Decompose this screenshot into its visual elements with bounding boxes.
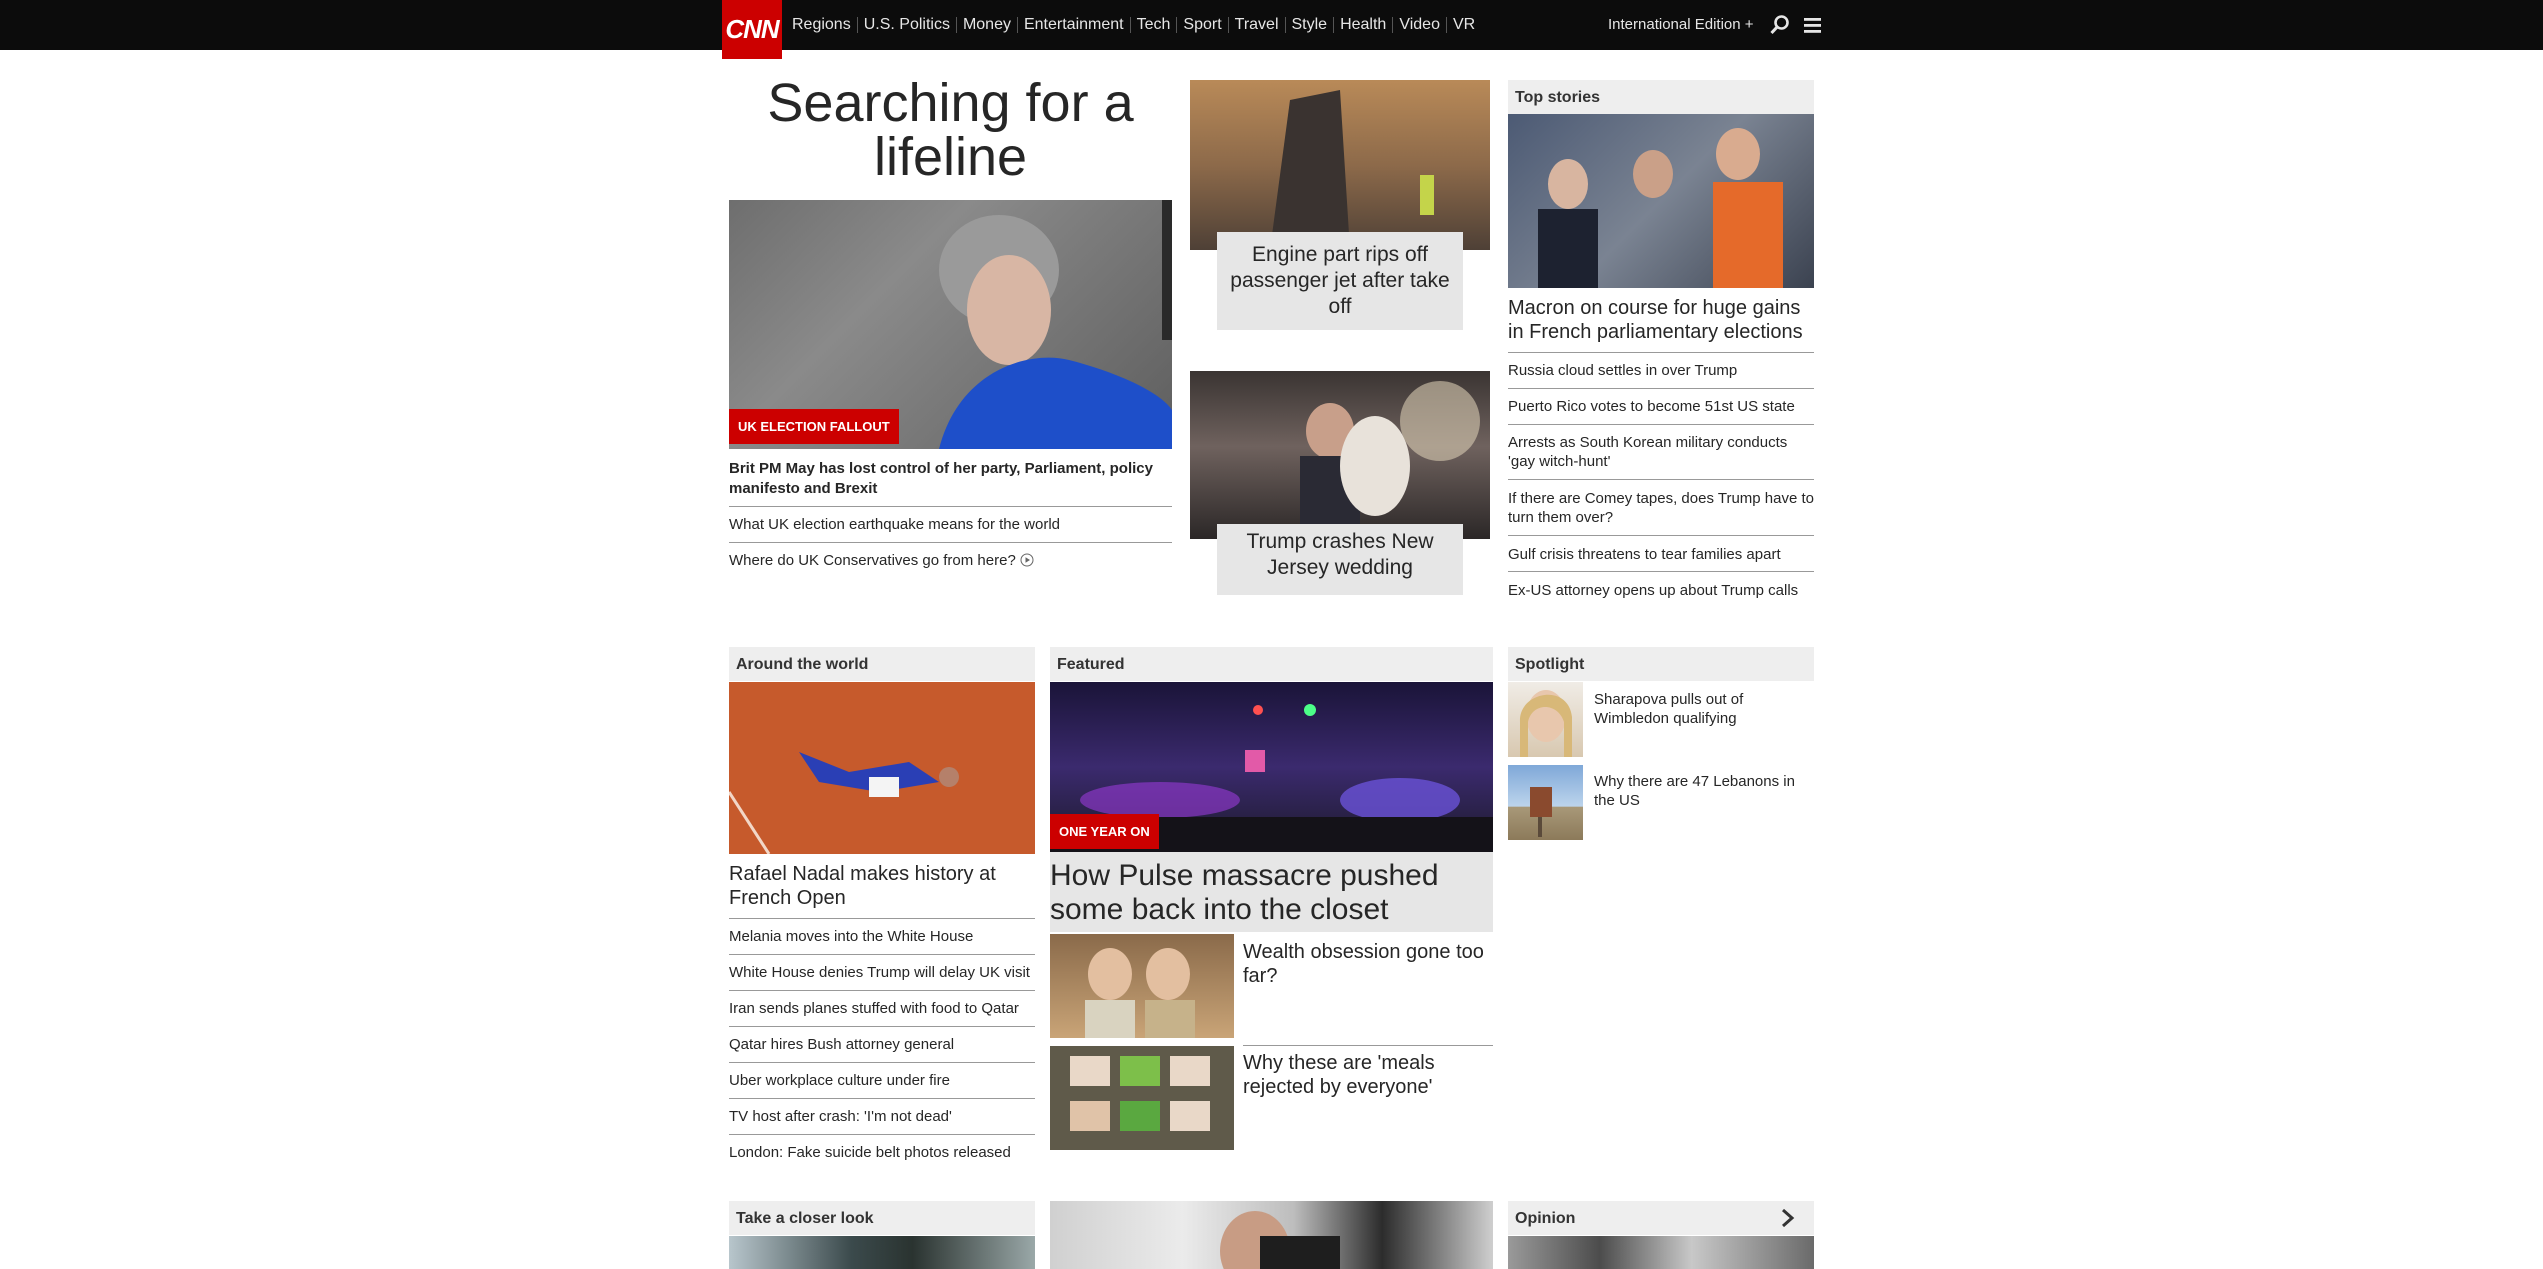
divider	[1508, 388, 1814, 389]
lead-section-label[interactable]: UK ELECTION FALLOUT	[729, 409, 899, 444]
nav-link-health[interactable]: Health	[1333, 17, 1392, 33]
featured-main[interactable]: How Pulse massacre pushed some back into…	[1050, 852, 1493, 932]
divider	[729, 1062, 1035, 1063]
nav-link-travel[interactable]: Travel	[1227, 17, 1285, 33]
top-stories-heading: Top stories	[1508, 80, 1814, 114]
nav-link-vr[interactable]: VR	[1445, 17, 1481, 33]
divider	[1508, 424, 1814, 425]
spotlight-heading: Spotlight	[1508, 647, 1814, 681]
top-story-2[interactable]: Puerto Rico votes to become 51st US stat…	[1508, 397, 1814, 416]
divider	[1508, 479, 1814, 480]
around-world-item-7[interactable]: London: Fake suicide belt photos release…	[729, 1143, 1035, 1162]
around-world-item-4[interactable]: Qatar hires Bush attorney general	[729, 1035, 1035, 1054]
around-world-item-1[interactable]: Melania moves into the White House	[729, 927, 1035, 946]
divider	[729, 918, 1035, 919]
around-world-item-5[interactable]: Uber workplace culture under fire	[729, 1071, 1035, 1090]
chevron-right-icon[interactable]	[1779, 1208, 1797, 1228]
bottom-featured-image[interactable]	[1050, 1201, 1493, 1269]
engine-story-title[interactable]: Engine part rips off passenger jet after…	[1217, 232, 1463, 330]
featured-item-2[interactable]: Why these are 'meals rejected by everyon…	[1243, 1051, 1493, 1099]
top-story-1[interactable]: Russia cloud settles in over Trump	[1508, 361, 1814, 380]
opinion-heading[interactable]: Opinion	[1508, 1201, 1814, 1235]
divider	[1508, 571, 1814, 572]
menu-icon[interactable]	[1801, 14, 1823, 36]
spotlight-item-1[interactable]: Sharapova pulls out of Wimbledon qualify…	[1594, 690, 1814, 728]
nav-link-money[interactable]: Money	[955, 17, 1017, 33]
around-world-item-2[interactable]: White House denies Trump will delay UK v…	[729, 963, 1035, 982]
divider	[729, 1134, 1035, 1135]
around-world-main[interactable]: Rafael Nadal makes history at French Ope…	[729, 862, 1035, 910]
sharapova-image[interactable]	[1508, 682, 1583, 757]
meals-image[interactable]	[1050, 1046, 1234, 1150]
wealth-image[interactable]	[1050, 934, 1234, 1038]
top-stories-main[interactable]: Macron on course for huge gains in Frenc…	[1508, 296, 1814, 344]
closer-look-image[interactable]	[729, 1236, 1035, 1269]
nav-link-regions[interactable]: Regions	[792, 17, 857, 33]
nav-link-video[interactable]: Video	[1392, 17, 1446, 33]
divider	[729, 506, 1172, 507]
wedding-story-image[interactable]	[1190, 371, 1490, 539]
lead-related-2-text: Where do UK Conservatives go from here?	[729, 552, 1016, 569]
around-world-item-3[interactable]: Iran sends planes stuffed with food to Q…	[729, 999, 1035, 1018]
nav-link-sport[interactable]: Sport	[1176, 17, 1227, 33]
opinion-image[interactable]	[1508, 1236, 1814, 1269]
top-stories-image[interactable]	[1508, 114, 1814, 288]
divider	[729, 542, 1172, 543]
divider	[729, 954, 1035, 955]
top-story-4[interactable]: If there are Comey tapes, does Trump hav…	[1508, 489, 1814, 527]
divider	[1508, 535, 1814, 536]
divider	[729, 1098, 1035, 1099]
lead-related-2[interactable]: Where do UK Conservatives go from here?	[729, 551, 1172, 572]
top-story-3[interactable]: Arrests as South Korean military conduct…	[1508, 433, 1814, 471]
nav-links: Regions U.S. Politics Money Entertainmen…	[792, 0, 1481, 50]
play-video-icon	[1020, 553, 1034, 572]
around-world-item-6[interactable]: TV host after crash: 'I'm not dead'	[729, 1107, 1035, 1126]
around-world-heading: Around the world	[729, 647, 1035, 681]
top-story-6[interactable]: Ex-US attorney opens up about Trump call…	[1508, 581, 1814, 600]
nav-link-tech[interactable]: Tech	[1129, 17, 1177, 33]
featured-label[interactable]: ONE YEAR ON	[1050, 814, 1159, 849]
search-icon[interactable]	[1769, 14, 1791, 36]
spotlight-item-2[interactable]: Why there are 47 Lebanons in the US	[1594, 772, 1814, 810]
lead-main-story[interactable]: Brit PM May has lost control of her part…	[729, 459, 1172, 499]
nav-link-style[interactable]: Style	[1284, 17, 1334, 33]
engine-story-image[interactable]	[1190, 80, 1490, 250]
featured-heading: Featured	[1050, 647, 1493, 681]
wedding-story-title[interactable]: Trump crashes New Jersey wedding	[1217, 524, 1463, 595]
lebanon-image[interactable]	[1508, 765, 1583, 840]
nav-link-us-politics[interactable]: U.S. Politics	[856, 17, 956, 33]
nav-link-entertainment[interactable]: Entertainment	[1016, 17, 1130, 33]
divider	[1243, 1045, 1493, 1046]
lead-headline[interactable]: Searching for a lifeline	[729, 76, 1172, 184]
nadal-image[interactable]	[729, 682, 1035, 854]
top-story-5[interactable]: Gulf crisis threatens to tear families a…	[1508, 545, 1814, 564]
divider	[729, 990, 1035, 991]
featured-item-1[interactable]: Wealth obsession gone too far?	[1243, 940, 1493, 988]
divider	[1508, 352, 1814, 353]
divider	[729, 1026, 1035, 1027]
lead-related-1[interactable]: What UK election earthquake means for th…	[729, 515, 1172, 534]
closer-look-heading: Take a closer look	[729, 1201, 1035, 1235]
edition-selector[interactable]: International Edition +	[1608, 16, 1754, 33]
cnn-logo[interactable]: CNN	[722, 0, 782, 59]
